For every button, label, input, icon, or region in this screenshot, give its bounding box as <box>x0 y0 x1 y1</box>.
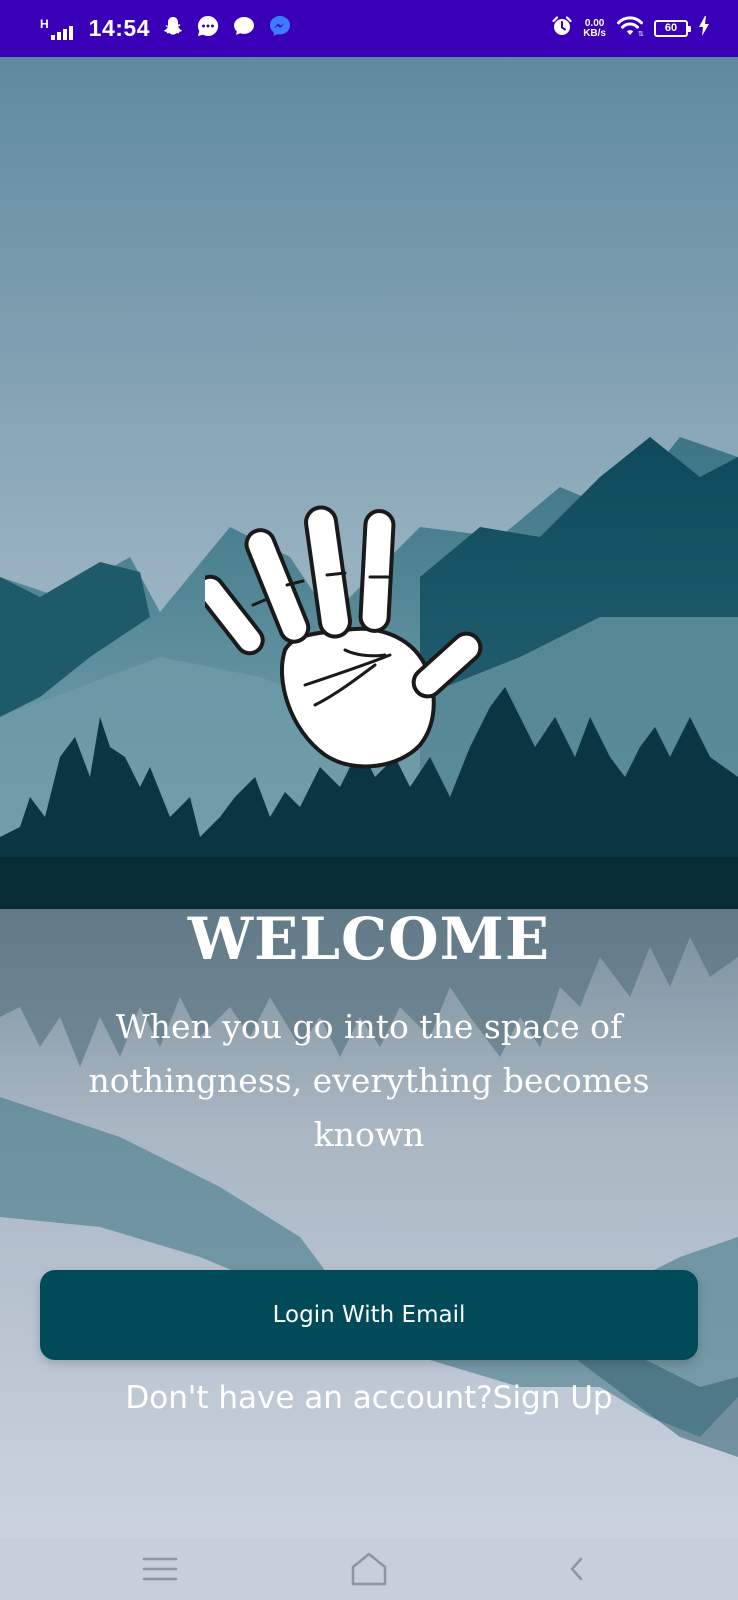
signup-prompt-text: Don't have an account? <box>125 1380 493 1416</box>
chat-icon <box>196 14 220 43</box>
home-button[interactable] <box>329 1537 409 1600</box>
alarm-icon <box>551 15 573 42</box>
system-nav-bar <box>0 1537 738 1600</box>
welcome-quote: When you go into the space of nothingnes… <box>88 1007 650 1154</box>
signal-icon: H <box>40 18 77 40</box>
charging-icon <box>698 15 710 42</box>
status-time: 14:54 <box>88 15 150 41</box>
hand-print-icon <box>205 505 483 769</box>
message-icon <box>232 14 256 43</box>
network-speed: 0.00 KB/s <box>583 18 606 39</box>
svg-text:⇅: ⇅ <box>638 31 644 37</box>
menu-icon <box>142 1557 178 1580</box>
network-speed-unit: KB/s <box>583 27 606 39</box>
snapchat-icon <box>162 15 184 42</box>
battery-level: 60 <box>664 22 678 34</box>
welcome-title: WELCOME <box>187 905 551 973</box>
back-icon <box>570 1557 583 1580</box>
wifi-icon: ⇅ <box>616 15 644 42</box>
home-icon <box>351 1552 387 1585</box>
welcome-screen: H 14:54 0.00 KB/s ⇅ 60 WELCOME When you … <box>0 0 738 1600</box>
signal-type-label: H <box>40 16 49 31</box>
back-button[interactable] <box>537 1537 617 1600</box>
battery-icon: 60 <box>654 20 691 37</box>
sign-up-link[interactable]: Sign Up <box>493 1380 613 1416</box>
login-with-email-button[interactable]: Login With Email <box>40 1270 698 1360</box>
signup-prompt-row: Don't have an account?Sign Up <box>0 1380 738 1416</box>
status-bar-left: H 14:54 <box>40 0 292 57</box>
messenger-icon <box>268 14 292 43</box>
status-bar: H 14:54 0.00 KB/s ⇅ 60 <box>0 0 738 57</box>
login-button-label: Login With Email <box>272 1302 466 1328</box>
menu-button[interactable] <box>120 1537 200 1600</box>
status-bar-right: 0.00 KB/s ⇅ 60 <box>551 0 710 57</box>
